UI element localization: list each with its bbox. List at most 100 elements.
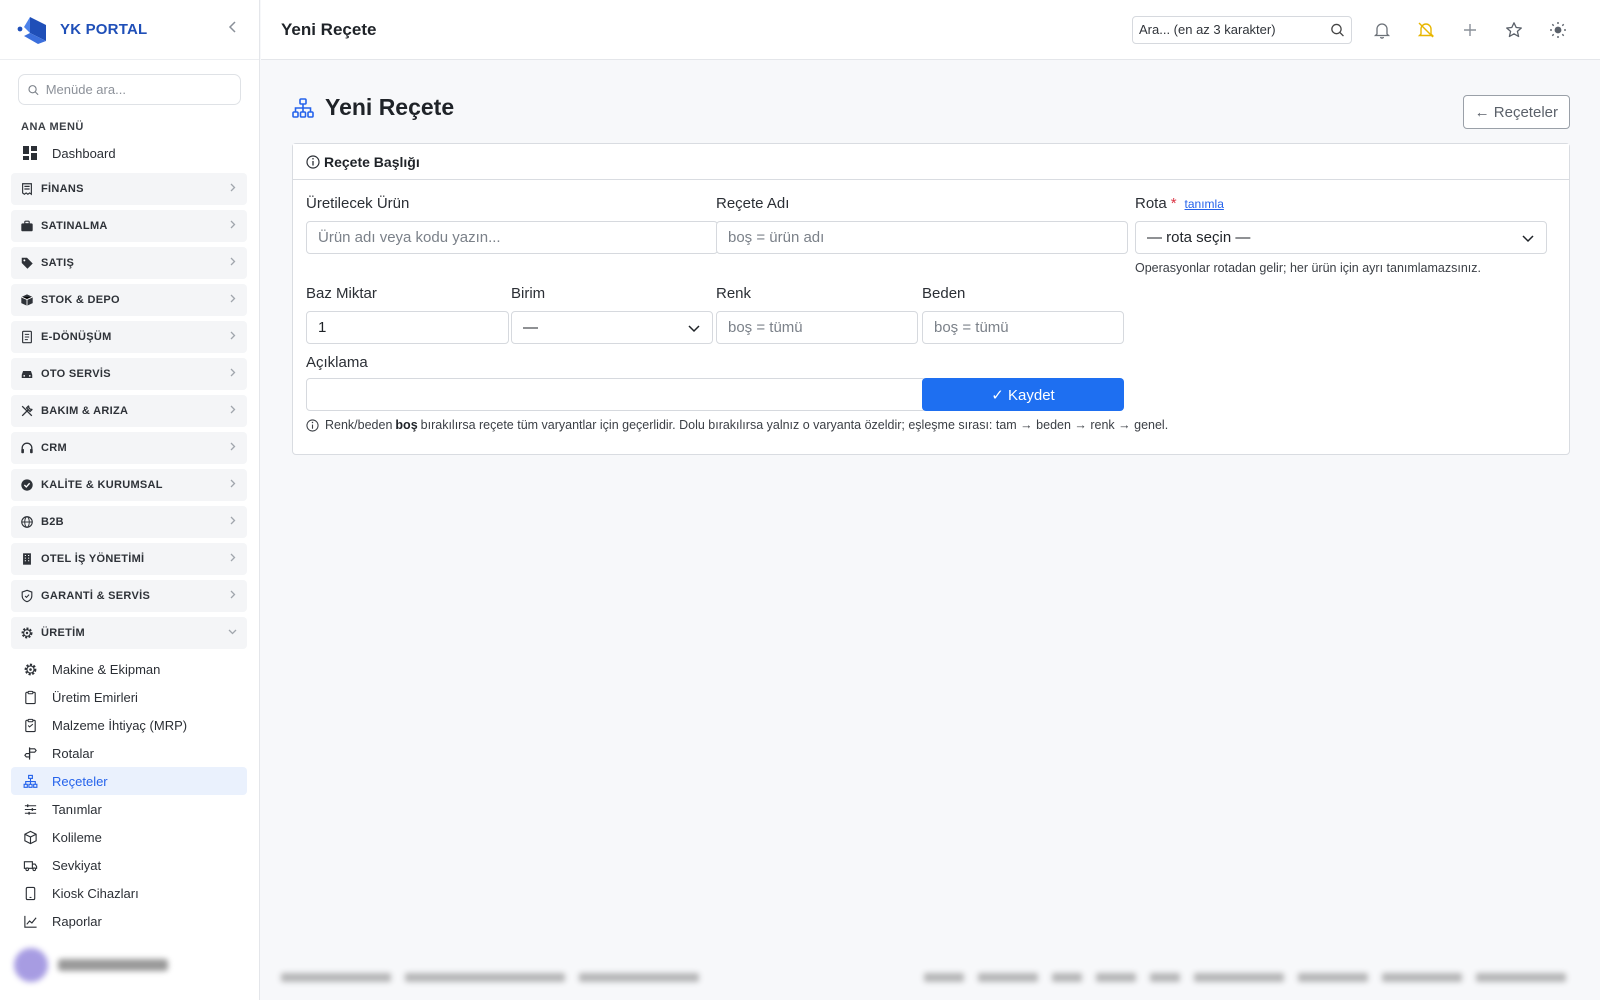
sidebar-item-label: Kolileme — [52, 829, 102, 845]
sidebar-item-label: Tanımlar — [52, 801, 102, 817]
route-select-value: — rota seçin — — [1147, 229, 1251, 246]
sidebar-item-label: Makine & Ekipman — [52, 661, 161, 677]
sidebar-group-label: B2B — [41, 516, 64, 528]
sidebar-group-3[interactable]: STOK & DEPO — [11, 284, 247, 316]
chevron-right-icon — [227, 552, 238, 566]
page-header: Yeni Reçete — [291, 94, 454, 121]
save-button[interactable]: ✓ Kaydet — [922, 378, 1124, 411]
star-icon[interactable] — [1492, 8, 1536, 52]
chevron-down-icon — [1522, 234, 1534, 242]
color-input[interactable] — [716, 311, 918, 344]
sidebar-group-label: FİNANS — [41, 183, 84, 195]
product-input[interactable] — [306, 221, 718, 254]
base-quantity-input[interactable] — [306, 311, 509, 344]
global-search-input[interactable] — [1139, 22, 1331, 37]
sidebar-group-1[interactable]: SATINALMA — [11, 210, 247, 242]
sidebar-item-5[interactable]: Tanımlar — [11, 795, 247, 823]
sidebar-group-label: STOK & DEPO — [41, 294, 120, 306]
brand-name: YK PORTAL — [60, 21, 148, 38]
sidebar-item-3[interactable]: Rotalar — [11, 739, 247, 767]
card-title: Reçete Başlığı — [324, 153, 420, 170]
sidebar-group-11[interactable]: GARANTİ & SERVİS — [11, 580, 247, 612]
chevron-right-icon — [227, 219, 238, 233]
sidebar-item-label: Malzeme İhtiyaç (MRP) — [52, 717, 188, 733]
collapse-sidebar-icon[interactable] — [223, 20, 243, 39]
sidebar-group-label: OTEL İŞ YÖNETİMİ — [41, 553, 145, 565]
hierarchy-icon — [292, 97, 314, 118]
package-icon — [24, 830, 37, 844]
chevron-right-icon — [227, 478, 238, 492]
car-icon — [21, 370, 33, 378]
color-label: Renk — [716, 285, 752, 302]
footer-blurred — [281, 968, 1580, 986]
shield-icon — [21, 589, 33, 603]
chevron-right-icon — [227, 293, 238, 307]
description-input[interactable] — [306, 378, 926, 411]
sidebar-group-2[interactable]: SATIŞ — [11, 247, 247, 279]
sidebar-group-6[interactable]: BAKIM & ARIZA — [11, 395, 247, 427]
sidebar-item-label: Dashboard — [52, 145, 116, 161]
define-route-link[interactable]: tanımla — [1185, 197, 1224, 211]
recipe-name-label: Reçete Adı — [716, 195, 790, 212]
sidebar-item-9[interactable]: Raporlar — [11, 907, 247, 935]
sidebar-item-2[interactable]: Malzeme İhtiyaç (MRP) — [11, 711, 247, 739]
sidebar-group-label: BAKIM & ARIZA — [41, 405, 129, 417]
sidebar-group-10[interactable]: OTEL İŞ YÖNETİMİ — [11, 543, 247, 575]
sidebar-item-0[interactable]: Makine & Ekipman — [11, 655, 247, 683]
route-hint: Operasyonlar rotadan gelir; her ürün içi… — [1135, 261, 1481, 275]
sidebar-group-7[interactable]: CRM — [11, 432, 247, 464]
receipt-icon — [22, 183, 32, 196]
search-icon[interactable] — [1330, 22, 1345, 38]
unit-select[interactable]: — — [511, 311, 713, 344]
sidebar-item-8[interactable]: Kiosk Cihazları — [11, 879, 247, 907]
sidebar-group-5[interactable]: OTO SERVİS — [11, 358, 247, 390]
signpost-icon — [24, 746, 37, 760]
clipboard-icon — [25, 690, 36, 704]
route-select[interactable]: — rota seçin — — [1135, 221, 1547, 254]
sidebar-group-9[interactable]: B2B — [11, 506, 247, 538]
chevron-right-icon — [227, 367, 238, 381]
sidebar-group-4[interactable]: E-DÖNÜŞÜM — [11, 321, 247, 353]
gear-icon — [21, 627, 33, 639]
gear-icon — [24, 663, 37, 675]
building-icon — [23, 553, 31, 565]
sidebar-item-7[interactable]: Sevkiyat — [11, 851, 247, 879]
route-label-row: Rota * tanımla — [1135, 195, 1224, 212]
user-profile[interactable] — [14, 948, 168, 982]
sidebar-item-4[interactable]: Reçeteler — [11, 767, 247, 795]
plus-icon[interactable] — [1448, 8, 1492, 52]
chevron-right-icon — [227, 182, 238, 196]
sidebar: YK PORTAL ANA MENÜ Dashboard FİNANS SATIN… — [0, 0, 260, 1000]
chart-line-icon — [24, 915, 37, 928]
chevron-down-icon — [688, 324, 700, 332]
size-label: Beden — [922, 285, 966, 302]
route-label: Rota — [1135, 195, 1167, 212]
sidebar-item-dashboard[interactable]: Dashboard — [0, 139, 259, 167]
bell-alert-icon[interactable] — [1404, 8, 1448, 52]
menu-search-box[interactable] — [18, 74, 241, 105]
back-to-recipes-button[interactable]: ← Reçeteler — [1462, 95, 1570, 129]
menu-search-input[interactable] — [45, 82, 232, 97]
chevron-right-icon — [227, 589, 238, 603]
sidebar-group-12[interactable]: ÜRETİM — [11, 617, 247, 649]
sidebar-item-1[interactable]: Üretim Emirleri — [11, 683, 247, 711]
bell-icon[interactable] — [1360, 8, 1404, 52]
sliders-icon — [24, 803, 37, 815]
sidebar-group-8[interactable]: KALİTE & KURUMSAL — [11, 469, 247, 501]
tag-icon — [21, 257, 33, 269]
theme-toggle-icon[interactable] — [1536, 8, 1580, 52]
sidebar-item-6[interactable]: Kolileme — [11, 823, 247, 851]
sidebar-item-label: Kiosk Cihazları — [52, 885, 139, 901]
description-label: Açıklama — [306, 354, 368, 371]
recipe-name-input[interactable] — [716, 221, 1128, 254]
sidebar-group-0[interactable]: FİNANS — [11, 173, 247, 205]
global-search-box[interactable] — [1132, 15, 1352, 44]
user-name-blurred — [58, 959, 168, 971]
info-icon — [306, 154, 320, 169]
sidebar-item-label: Raporlar — [52, 913, 102, 929]
sidebar-item-label: Rotalar — [52, 745, 94, 761]
chevron-right-icon — [227, 515, 238, 529]
size-input[interactable] — [922, 311, 1124, 344]
logo-icon — [17, 16, 46, 44]
brand: YK PORTAL — [0, 0, 259, 60]
